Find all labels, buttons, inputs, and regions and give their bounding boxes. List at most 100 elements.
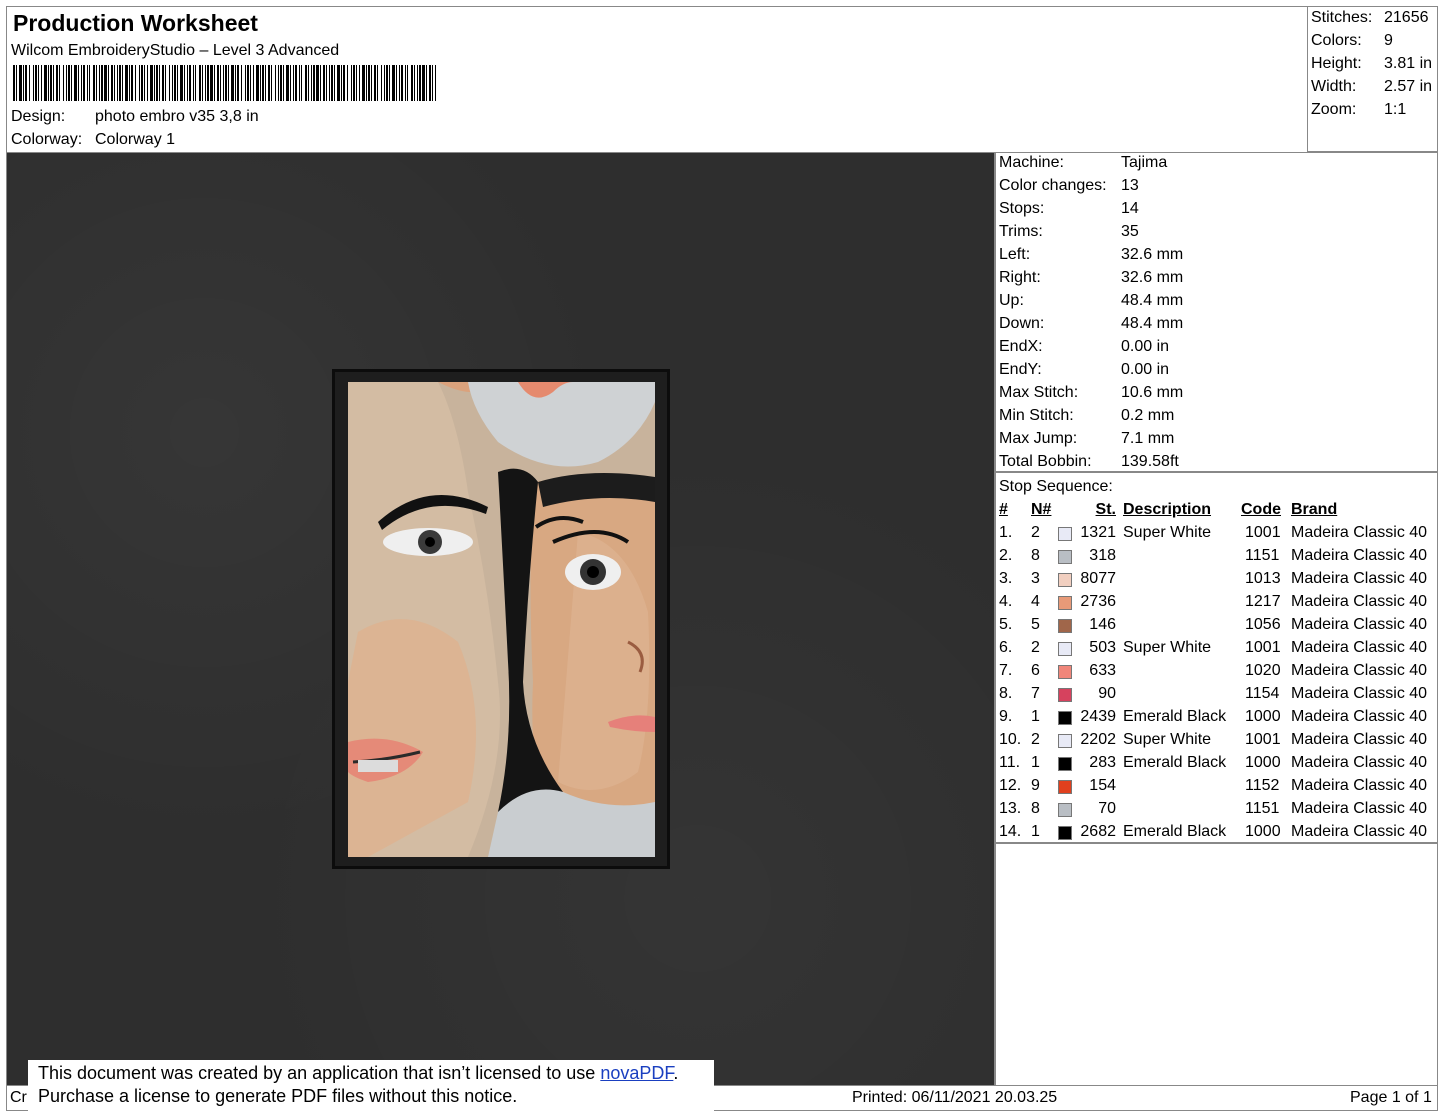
stop-needle: 7 — [1031, 685, 1040, 702]
design-value: photo embro v35 3,8 in — [95, 108, 259, 125]
stop-sequence: Stop Sequence: # N# St. Description Code… — [995, 472, 1438, 843]
machine-row: EndY: 0.00 in — [999, 361, 1170, 378]
stop-code: 1000 — [1245, 708, 1281, 725]
thread-color-swatch — [1058, 573, 1072, 587]
machine-row: Down: 48.4 mm — [999, 315, 1184, 332]
footer-left: Cr — [10, 1089, 27, 1106]
stop-code: 1151 — [1245, 800, 1280, 817]
machine-row: Color changes: 13 — [999, 177, 1139, 194]
stop-code: 1001 — [1245, 639, 1281, 656]
stop-index: 7. — [999, 662, 1013, 679]
stop-code: 1217 — [1245, 593, 1281, 610]
stop-brand: Madeira Classic 40 — [1291, 823, 1428, 840]
stop-index: 3. — [999, 570, 1013, 587]
stop-needle: 2 — [1031, 639, 1040, 656]
machine-row: Max Jump: 7.1 mm — [999, 430, 1175, 447]
col-header-code: Code — [1241, 501, 1281, 518]
thread-color-swatch — [1058, 665, 1072, 679]
machine-row: Stops: 14 — [999, 200, 1139, 217]
stop-needle: 5 — [1031, 616, 1040, 633]
summary-row: Width: 2.57 in — [1311, 78, 1433, 95]
thread-color-swatch — [1058, 527, 1072, 541]
thread-color-swatch — [1058, 619, 1072, 633]
stop-stitches: 1321 — [1080, 524, 1116, 541]
design-preview — [6, 152, 995, 1086]
col-header-needle: N# — [1031, 501, 1052, 518]
stop-code: 1000 — [1245, 754, 1281, 771]
stop-stitches: 146 — [1089, 616, 1116, 633]
worksheet-title: Production Worksheet — [13, 10, 258, 36]
machine-row: Right: 32.6 mm — [999, 269, 1184, 286]
stop-needle: 8 — [1031, 547, 1040, 564]
design-label: Design: — [11, 108, 66, 125]
stop-brand: Madeira Classic 40 — [1291, 524, 1428, 541]
stop-brand: Madeira Classic 40 — [1291, 708, 1428, 725]
stop-needle: 1 — [1031, 754, 1040, 771]
stop-stitches: 2682 — [1080, 823, 1116, 840]
stop-code: 1013 — [1245, 570, 1281, 587]
stop-code: 1001 — [1245, 731, 1281, 748]
thread-color-swatch — [1058, 711, 1072, 725]
patch-artwork — [348, 382, 655, 857]
stop-needle: 9 — [1031, 777, 1040, 794]
thread-color-swatch — [1058, 803, 1072, 817]
stop-description: Emerald Black — [1123, 708, 1227, 725]
stop-index: 8. — [999, 685, 1013, 702]
stop-index: 10. — [999, 731, 1022, 748]
stop-brand: Madeira Classic 40 — [1291, 570, 1428, 587]
printed-date: Printed: 06/11/2021 20.03.25 — [852, 1089, 1058, 1106]
stop-brand: Madeira Classic 40 — [1291, 662, 1428, 679]
stop-description: Super White — [1123, 731, 1212, 748]
colorway-label: Colorway: — [11, 131, 83, 148]
stop-index: 6. — [999, 639, 1013, 656]
stop-code: 1001 — [1245, 524, 1281, 541]
colorway-value: Colorway 1 — [95, 131, 176, 148]
summary-row: Height: 3.81 in — [1311, 55, 1433, 72]
stop-stitches: 2202 — [1080, 731, 1116, 748]
stop-stitches: 70 — [1098, 800, 1116, 817]
barcode — [13, 65, 437, 101]
stop-brand: Madeira Classic 40 — [1291, 639, 1428, 656]
thread-color-swatch — [1058, 688, 1072, 702]
embroidery-patch — [332, 369, 670, 869]
stop-stitches: 633 — [1089, 662, 1116, 679]
stop-needle: 2 — [1031, 524, 1040, 541]
thread-color-swatch — [1058, 757, 1072, 771]
stop-brand: Madeira Classic 40 — [1291, 800, 1428, 817]
worksheet-header: Production Worksheet Wilcom EmbroiderySt… — [6, 6, 1307, 152]
stop-description: Super White — [1123, 524, 1212, 541]
stop-needle: 4 — [1031, 593, 1040, 610]
stop-index: 14. — [999, 823, 1022, 840]
stop-stitches: 2439 — [1080, 708, 1116, 725]
novapdf-link[interactable]: novaPDF — [600, 1063, 673, 1083]
machine-row: Up: 48.4 mm — [999, 292, 1184, 309]
stop-index: 1. — [999, 524, 1013, 541]
stop-brand: Madeira Classic 40 — [1291, 777, 1428, 794]
stop-index: 4. — [999, 593, 1013, 610]
machine-row: Machine: Tajima — [999, 154, 1168, 171]
stop-code: 1152 — [1245, 777, 1280, 794]
stop-code: 1000 — [1245, 823, 1281, 840]
stop-index: 9. — [999, 708, 1013, 725]
stop-stitches: 90 — [1098, 685, 1116, 702]
col-header-description: Description — [1123, 501, 1212, 518]
stop-description: Emerald Black — [1123, 823, 1227, 840]
stop-index: 11. — [999, 754, 1021, 771]
stop-brand: Madeira Classic 40 — [1291, 685, 1428, 702]
stop-stitches: 8077 — [1080, 570, 1116, 587]
col-header-brand: Brand — [1291, 501, 1338, 518]
license-notice: This document was created by an applicat… — [28, 1060, 714, 1112]
thread-color-swatch — [1058, 550, 1072, 564]
machine-row: Total Bobbin: 139.58ft — [999, 453, 1179, 470]
stop-code: 1020 — [1245, 662, 1281, 679]
stop-stitches: 503 — [1089, 639, 1116, 656]
design-summary: Stitches: 21656 Colors: 9 Height: 3.81 in W… — [1307, 6, 1438, 152]
software-name: Wilcom EmbroideryStudio – Level 3 Advanc… — [11, 42, 340, 59]
stop-needle: 1 — [1031, 823, 1040, 840]
page-number: Page 1 of 1 — [1350, 1089, 1432, 1106]
thread-color-swatch — [1058, 780, 1072, 794]
machine-row: Trims: 35 — [999, 223, 1139, 240]
stop-index: 2. — [999, 547, 1013, 564]
machine-info: Machine: Tajima Color changes: 13 Stops: 14… — [995, 152, 1438, 472]
stop-needle: 3 — [1031, 570, 1040, 587]
